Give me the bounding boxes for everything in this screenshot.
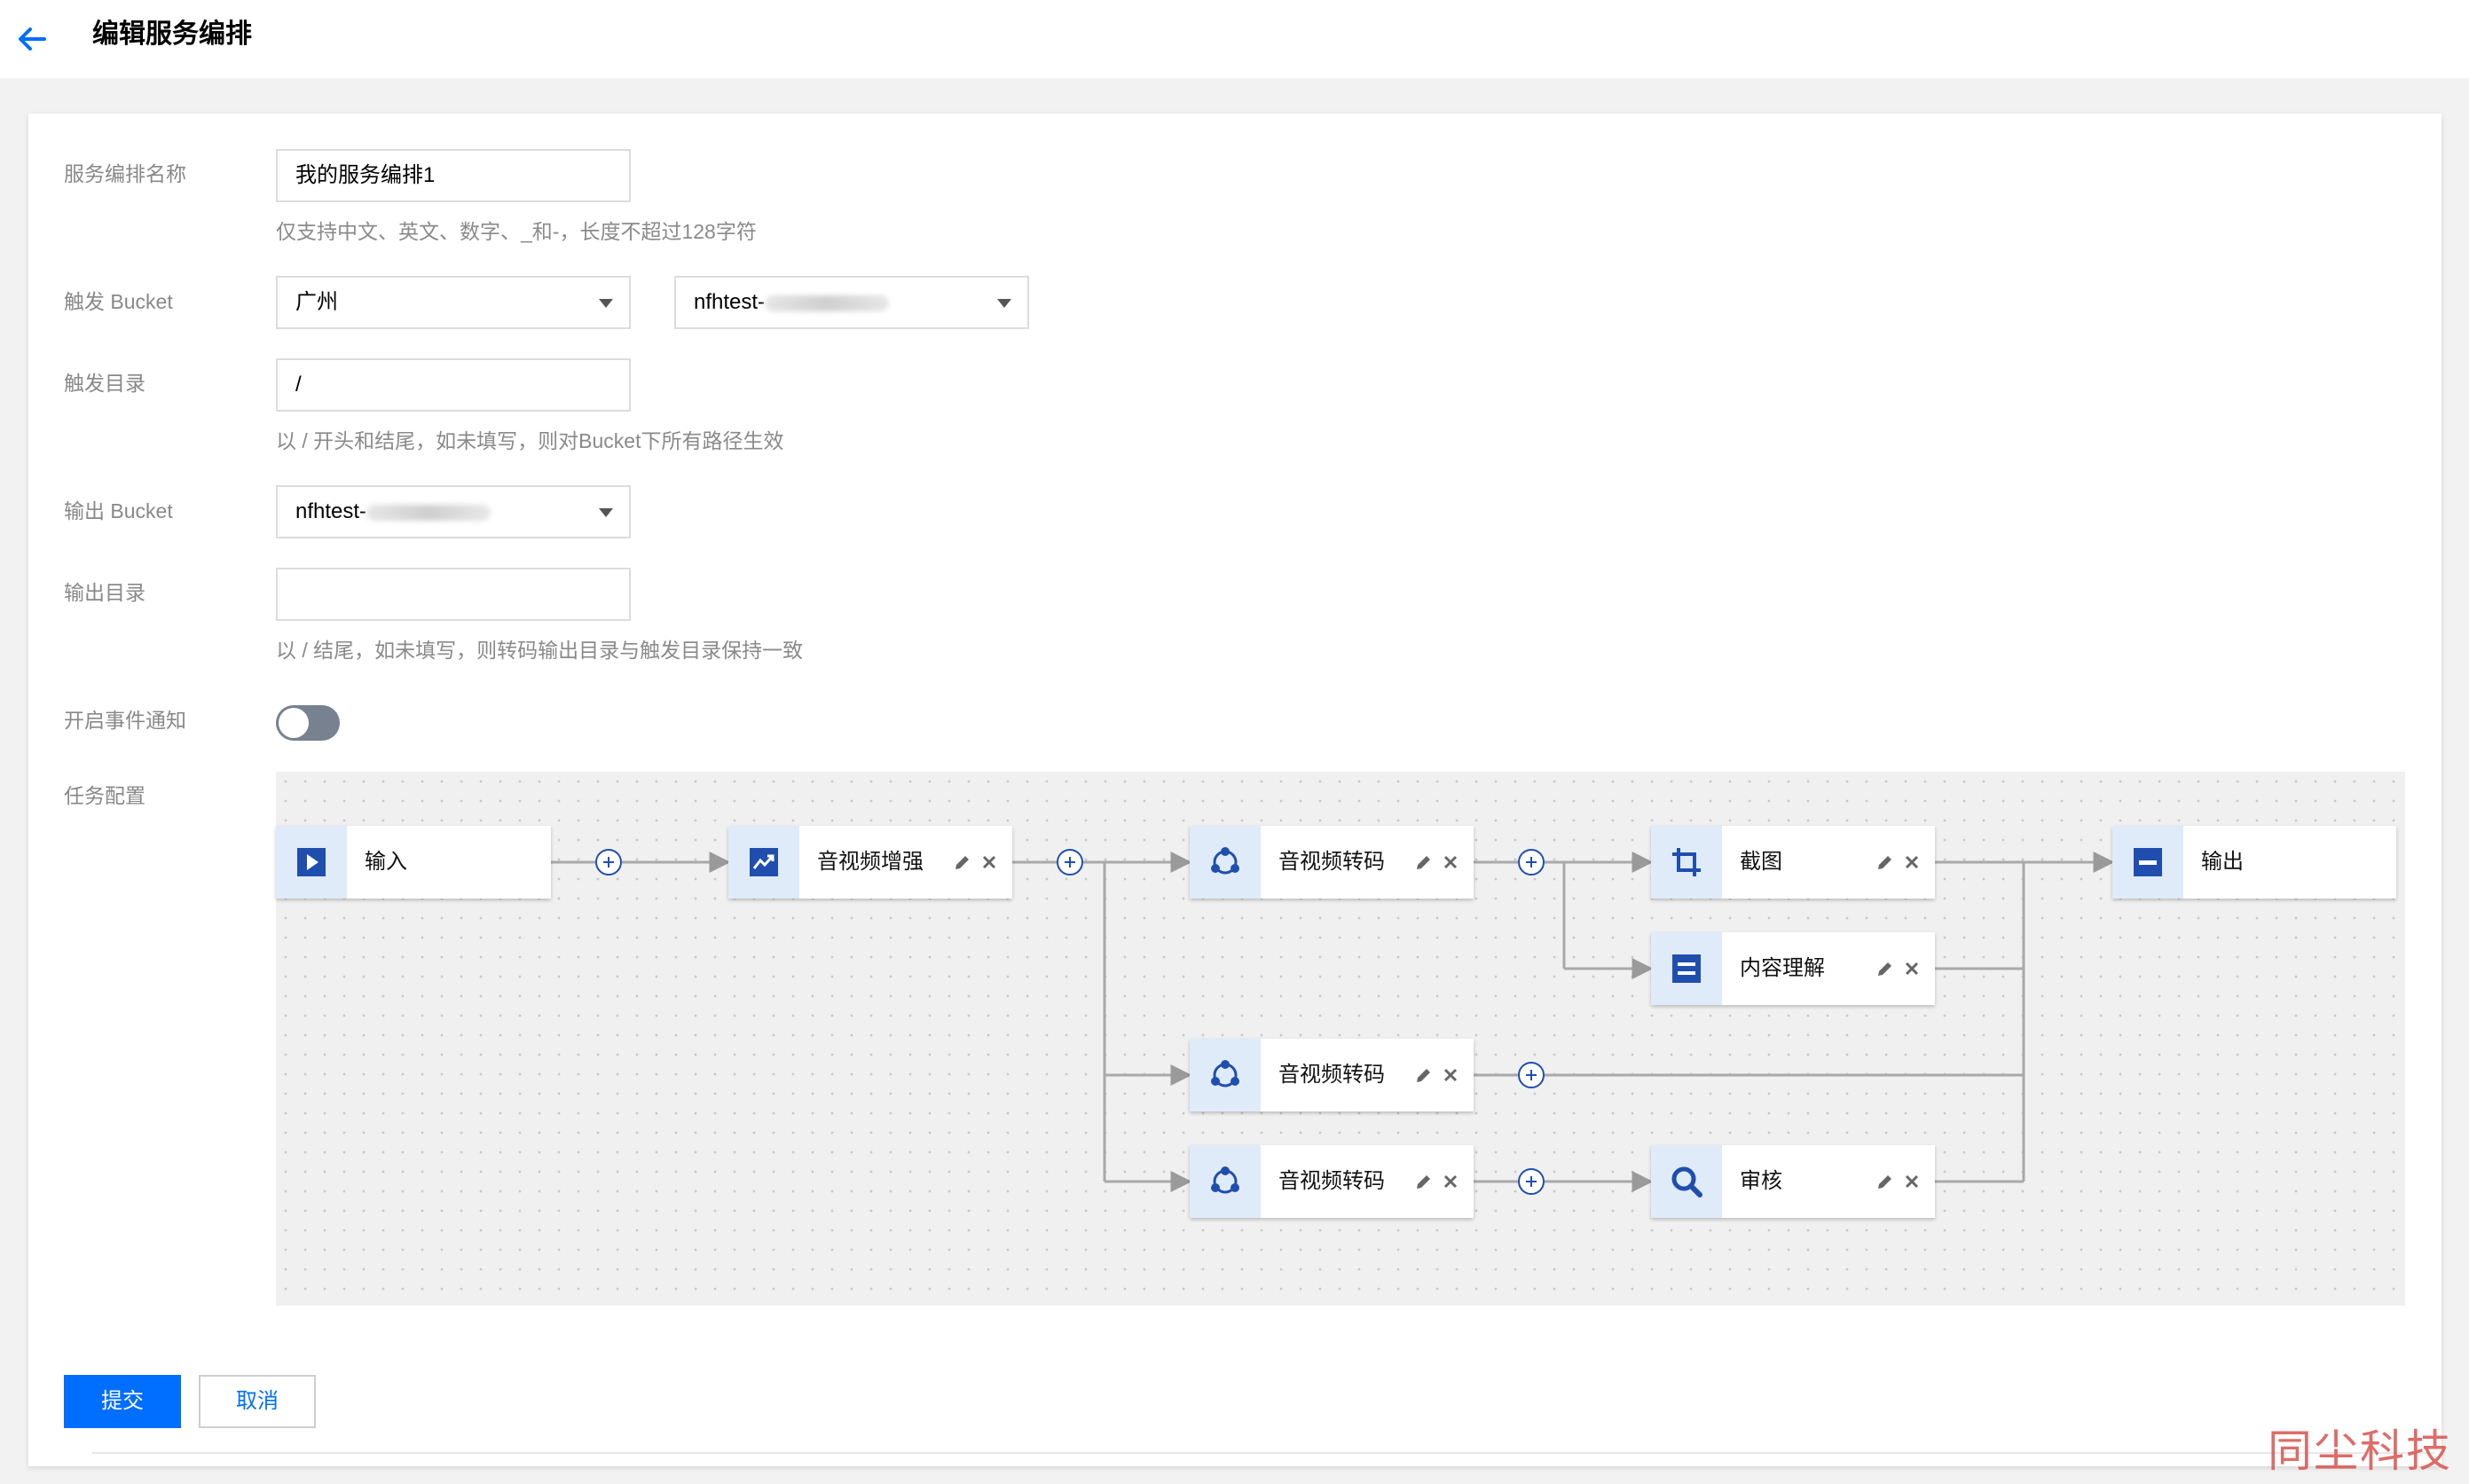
- close-icon[interactable]: [979, 852, 1000, 873]
- close-icon[interactable]: [1901, 958, 1923, 979]
- output-dir-label: 输出目录: [64, 581, 145, 604]
- output-icon: [2112, 826, 2183, 899]
- node-label: 音视频增强: [817, 850, 924, 874]
- workflow-node-audit[interactable]: 审核: [1651, 1145, 1935, 1218]
- workflow-node-transcode[interactable]: 音视频转码: [1190, 1039, 1474, 1111]
- node-label: 输入: [365, 850, 407, 874]
- page-title: 编辑服务编排: [92, 20, 252, 49]
- name-hint: 仅支持中文、英文、数字、_和-，长度不超过128字符: [276, 220, 757, 243]
- workflow-node-transcode[interactable]: 音视频转码: [1190, 826, 1474, 899]
- close-icon[interactable]: [1440, 1171, 1461, 1192]
- workflow-node-content-understanding[interactable]: 内容理解: [1651, 932, 1935, 1005]
- node-label: 截图: [1740, 850, 1782, 874]
- node-label: 音视频转码: [1278, 1169, 1385, 1193]
- transcode-icon: [1190, 1145, 1261, 1218]
- trigger-bucket-value: nfhtest-: [694, 290, 766, 314]
- task-config-label: 任务配置: [64, 784, 145, 807]
- node-label: 输出: [2201, 850, 2244, 874]
- trigger-dir-label: 触发目录: [64, 372, 145, 395]
- trigger-dir-input[interactable]: /: [276, 358, 631, 412]
- region-value: 广州: [295, 290, 338, 314]
- trigger-bucket-label: 触发 Bucket: [64, 290, 173, 313]
- output-bucket-select[interactable]: nfhtest-: [276, 485, 631, 538]
- edit-icon[interactable]: [1875, 852, 1896, 873]
- region-select[interactable]: 广州: [276, 276, 631, 329]
- workflow-node-input[interactable]: 输入: [276, 826, 551, 899]
- transcode-icon: [1190, 826, 1261, 899]
- workflow-node-output[interactable]: 输出: [2112, 826, 2396, 899]
- crop-icon: [1651, 826, 1722, 899]
- edit-icon[interactable]: [1413, 1171, 1435, 1192]
- search-icon: [1651, 1145, 1722, 1218]
- trigger-bucket-select[interactable]: nfhtest-: [674, 276, 1029, 329]
- add-step-button[interactable]: [1518, 1062, 1545, 1088]
- edit-icon[interactable]: [1875, 958, 1896, 979]
- node-label: 音视频转码: [1278, 1063, 1385, 1087]
- node-label: 内容理解: [1740, 956, 1825, 980]
- enhance-icon: [728, 826, 799, 899]
- add-step-button[interactable]: [595, 849, 622, 875]
- play-icon: [276, 826, 347, 899]
- top-bar: 编辑服务编排: [0, 0, 2469, 78]
- toggle-knob: [279, 708, 309, 738]
- cancel-button[interactable]: 取消: [199, 1375, 316, 1428]
- output-bucket-value: nfhtest-: [295, 499, 367, 523]
- add-step-button[interactable]: [1057, 849, 1083, 875]
- event-notify-label: 开启事件通知: [64, 709, 186, 732]
- output-dir-input[interactable]: [276, 568, 631, 621]
- node-label: 审核: [1740, 1169, 1782, 1193]
- output-dir-hint: 以 / 结尾，如未填写，则转码输出目录与触发目录保持一致: [276, 639, 804, 662]
- name-input[interactable]: 我的服务编排1: [276, 149, 631, 202]
- workflow-node-transcode[interactable]: 音视频转码: [1190, 1145, 1474, 1218]
- transcode-icon: [1190, 1039, 1261, 1111]
- close-icon[interactable]: [1901, 1171, 1923, 1192]
- edit-icon[interactable]: [1413, 1064, 1435, 1086]
- footer-divider: [92, 1452, 2434, 1454]
- add-step-button[interactable]: [1518, 849, 1545, 875]
- redacted-bucket-id: [366, 504, 491, 521]
- redacted-bucket-id: [765, 294, 890, 311]
- edit-icon[interactable]: [1413, 852, 1435, 873]
- close-icon[interactable]: [1901, 852, 1923, 873]
- event-notify-toggle[interactable]: [276, 705, 340, 741]
- edit-icon[interactable]: [1875, 1171, 1896, 1192]
- edit-icon[interactable]: [952, 852, 973, 873]
- close-icon[interactable]: [1440, 852, 1461, 873]
- name-label: 服务编排名称: [64, 162, 186, 185]
- arrow-left-icon[interactable]: [12, 20, 51, 59]
- submit-button[interactable]: 提交: [64, 1375, 181, 1428]
- add-step-button[interactable]: [1518, 1168, 1545, 1195]
- workflow-node-enhance[interactable]: 音视频增强: [728, 826, 1012, 899]
- watermark: 同尘科技: [2268, 1425, 2452, 1477]
- workflow-node-snapshot[interactable]: 截图: [1651, 826, 1935, 899]
- trigger-dir-hint: 以 / 开头和结尾，如未填写，则对Bucket下所有路径生效: [276, 429, 784, 452]
- workflow-canvas: 输入 音视频增强 音视频转码 截图 内容理解 输出 音视频转码 音视频转码 审核: [276, 772, 2405, 1306]
- content-icon: [1651, 932, 1722, 1005]
- node-label: 音视频转码: [1278, 850, 1385, 874]
- output-bucket-label: 输出 Bucket: [64, 499, 173, 522]
- close-icon[interactable]: [1440, 1064, 1461, 1086]
